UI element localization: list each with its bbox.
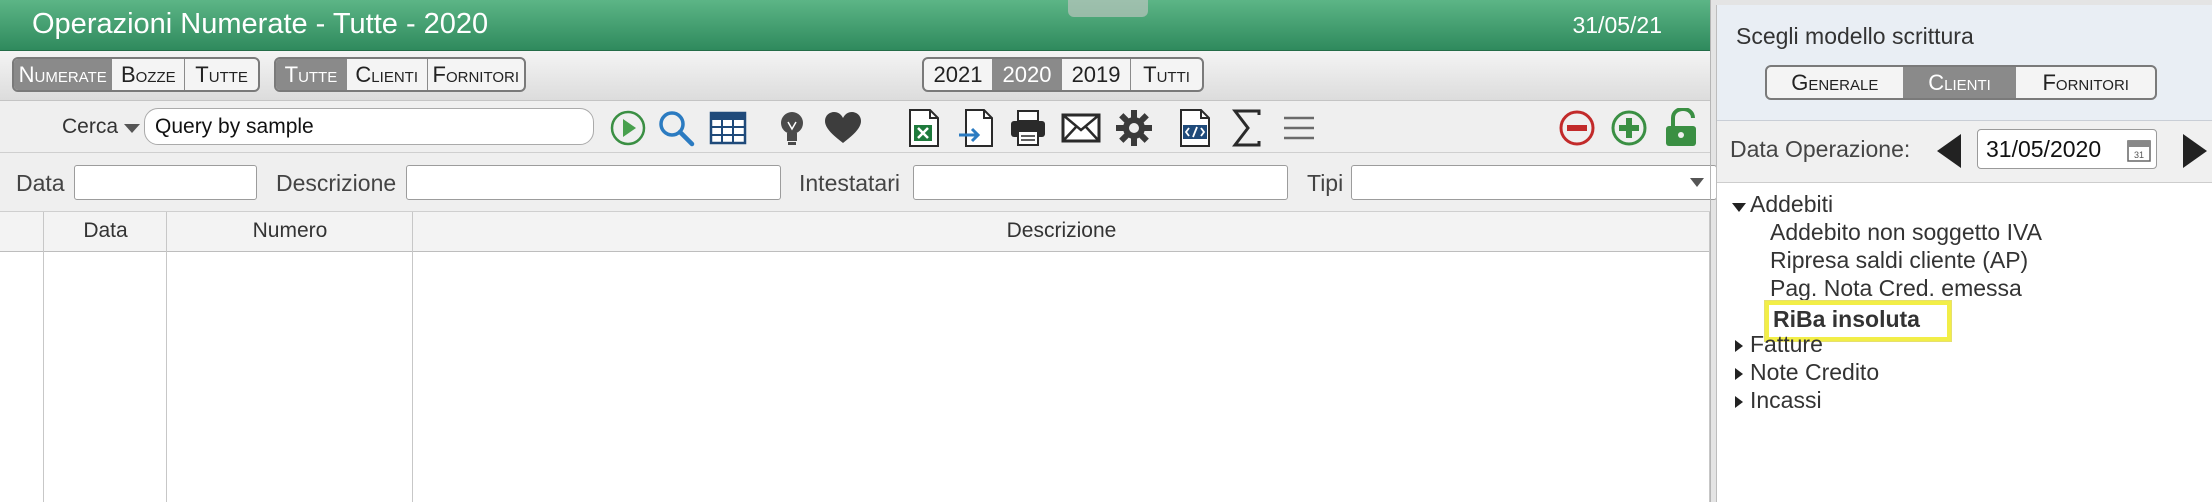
tree-item-riba-insoluta[interactable]: RiBa insoluta (1773, 306, 1920, 333)
tab-panel-fornitori[interactable]: Fornitori (2016, 67, 2155, 98)
remove-icon[interactable] (1556, 107, 1598, 149)
chevron-down-icon (1690, 178, 1704, 187)
gear-icon[interactable] (1113, 107, 1155, 149)
operations-panel: Operazioni Numerate - Tutte - 2020 31/05… (0, 0, 1717, 502)
tree-item-addebito-non-soggetto-iva[interactable]: Addebito non soggetto IVA (1770, 219, 2042, 246)
tipi-filter-label: Tipi (1307, 170, 1344, 196)
previous-date-icon[interactable] (1937, 134, 1961, 168)
numero-column (167, 212, 413, 502)
tree-group-incassi[interactable]: Incassi (1750, 387, 1822, 414)
window-title: Operazioni Numerate - Tutte - 2020 (32, 8, 489, 40)
code-file-icon[interactable] (1174, 107, 1216, 149)
tree-group-fatture[interactable]: Fatture (1750, 331, 1823, 358)
unlock-icon[interactable] (1660, 107, 1702, 149)
collapsed-triangle-icon[interactable] (1735, 396, 1743, 408)
tab-bar: Numerate Bozze Tutte Tutte Clienti Forni… (0, 51, 1710, 101)
tab-fornitori[interactable]: Fornitori (428, 59, 524, 90)
column-header-numero[interactable]: Numero (167, 219, 413, 243)
search-icon[interactable] (655, 107, 697, 149)
search-mode-dropdown-icon[interactable] (124, 124, 140, 133)
tab-tutte-parties[interactable]: Tutte (276, 59, 347, 90)
table-icon[interactable] (707, 107, 749, 149)
data-column (44, 212, 167, 502)
tab-generale[interactable]: Generale (1767, 67, 1904, 98)
toolbar: Cerca (0, 101, 1710, 153)
excel-icon[interactable] (903, 107, 945, 149)
play-icon[interactable] (607, 107, 649, 149)
next-date-icon[interactable] (2183, 134, 2207, 168)
expanded-triangle-icon[interactable] (1732, 203, 1746, 212)
import-icon[interactable] (955, 107, 997, 149)
collapsed-triangle-icon[interactable] (1735, 368, 1743, 380)
operations-table: Data Numero Descrizione (0, 212, 1710, 502)
date-operation-label: Data Operazione: (1730, 136, 1911, 162)
collapsed-triangle-icon[interactable] (1735, 340, 1743, 352)
add-icon[interactable] (1608, 107, 1650, 149)
party-segmented-control: Tutte Clienti Fornitori (274, 57, 526, 92)
type-segmented-control: Numerate Bozze Tutte (12, 57, 260, 92)
tab-numerate[interactable]: Numerate (14, 59, 113, 90)
intestatari-filter-input[interactable] (913, 165, 1288, 200)
lightbulb-icon[interactable] (771, 107, 813, 149)
app-window: Operazioni Numerate - Tutte - 2020 31/05… (0, 0, 2212, 502)
column-header-descrizione[interactable]: Descrizione (413, 219, 1710, 243)
tab-clienti[interactable]: Clienti (347, 59, 428, 90)
year-segmented-control: 2021 2020 2019 Tutti (922, 57, 1204, 92)
heart-icon[interactable] (822, 107, 864, 149)
tree-group-note-credito[interactable]: Note Credito (1750, 359, 1879, 386)
tree-group-addebiti[interactable]: Addebiti (1750, 191, 1833, 218)
tab-year-2020[interactable]: 2020 (993, 59, 1063, 90)
descrizione-filter-label: Descrizione (276, 170, 397, 196)
filter-bar: Data Descrizione Intestatari Tipi (0, 153, 1717, 212)
tab-year-2019[interactable]: 2019 (1062, 59, 1132, 90)
print-icon[interactable] (1007, 107, 1049, 149)
selector-column (0, 212, 44, 502)
tab-panel-clienti[interactable]: Clienti (1903, 67, 2017, 98)
template-chooser-panel: Scegli modello scrittura Generale Client… (1716, 5, 2212, 502)
descrizione-filter-input[interactable] (406, 165, 781, 200)
date-operation-bar: Data Operazione: 31 (1717, 121, 2212, 183)
svg-text:31: 31 (2134, 150, 2144, 160)
template-tree: Addebiti Addebito non soggetto IVA Ripre… (1717, 183, 2212, 502)
calendar-icon[interactable]: 31 (2127, 138, 2151, 167)
mail-icon[interactable] (1060, 107, 1102, 149)
menu-icon[interactable] (1278, 107, 1320, 149)
tab-tutte[interactable]: Tutte (185, 59, 258, 90)
panel-segmented-control: Generale Clienti Fornitori (1765, 65, 2157, 100)
tree-item-ripresa-saldi-cliente[interactable]: Ripresa saldi cliente (AP) (1770, 247, 2028, 274)
panel-divider[interactable] (1710, 0, 1711, 502)
tab-bozze[interactable]: Bozze (112, 59, 186, 90)
search-label[interactable]: Cerca (62, 115, 118, 139)
panel-title: Scegli modello scrittura (1736, 23, 1974, 49)
data-filter-label: Data (16, 170, 65, 196)
tab-year-2021[interactable]: 2021 (924, 59, 994, 90)
template-chooser-header: Scegli modello scrittura Generale Client… (1717, 5, 2212, 121)
window-date: 31/05/21 (1572, 12, 1662, 38)
search-input[interactable] (144, 108, 594, 145)
sigma-icon[interactable] (1226, 107, 1268, 149)
tree-item-pag-nota-cred-emessa[interactable]: Pag. Nota Cred. emessa (1770, 275, 2022, 302)
title-bar: Operazioni Numerate - Tutte - 2020 31/05… (0, 0, 1710, 51)
descrizione-column (413, 212, 1710, 502)
column-header-data[interactable]: Data (44, 219, 167, 243)
data-filter-input[interactable] (74, 165, 257, 200)
intestatari-filter-label: Intestatari (799, 170, 900, 196)
drag-handle[interactable] (1068, 0, 1148, 17)
tipi-filter-select[interactable] (1351, 165, 1717, 200)
tab-year-tutti[interactable]: Tutti (1131, 59, 1202, 90)
